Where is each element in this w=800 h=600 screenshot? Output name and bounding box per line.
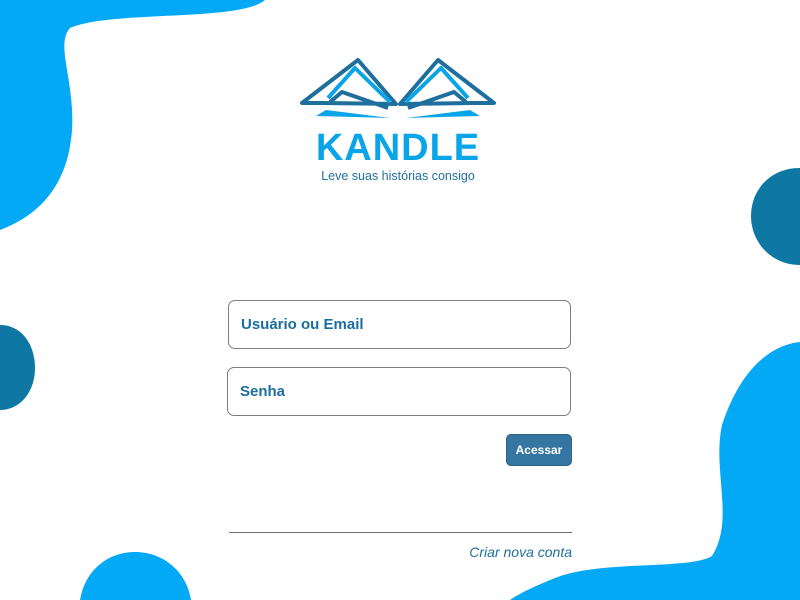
left-circle: [0, 325, 35, 410]
divider: [229, 532, 572, 533]
password-field: [227, 367, 571, 416]
login-button[interactable]: Acessar: [506, 434, 572, 466]
brand-name: KANDLE: [315, 127, 481, 169]
create-account-link[interactable]: Criar nova conta: [469, 544, 572, 560]
username-field: [228, 300, 571, 349]
top-left-blob: [0, 0, 265, 230]
brand-tagline: Leve suas histórias consigo: [321, 169, 475, 183]
username-input[interactable]: [229, 301, 570, 348]
bottom-left-semicircle: [80, 552, 191, 600]
brand-logo: KANDLE Leve suas histórias consigo: [300, 56, 496, 184]
open-book-icon: [300, 58, 496, 118]
password-input[interactable]: [228, 368, 570, 415]
right-circle: [751, 168, 800, 265]
